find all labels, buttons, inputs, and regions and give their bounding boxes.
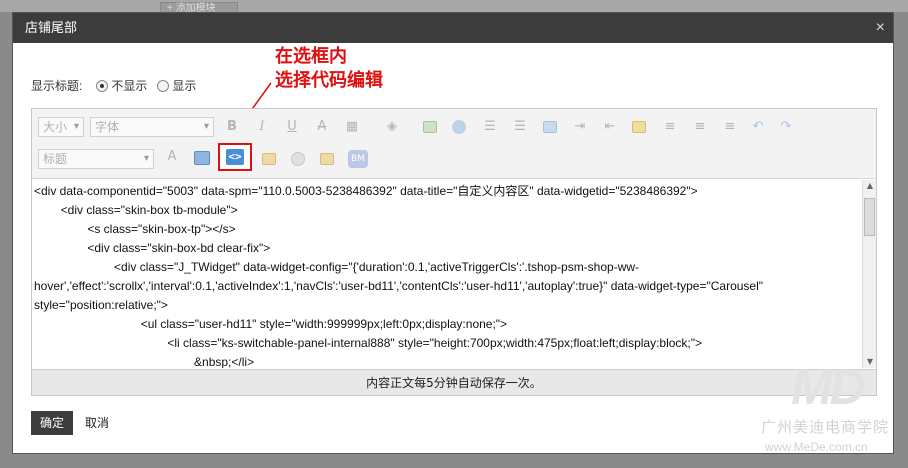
radio-hide-title[interactable]: 不显示 [96,77,147,94]
strikethrough-icon[interactable]: A [312,117,332,137]
code-line: &nbsp;</li> [34,355,255,368]
radio-dot-unchecked[interactable] [157,79,170,92]
redo-icon[interactable]: ↷ [776,117,796,137]
code-line: <div class="skin-box-bd clear-fix"> [34,241,271,255]
font-family-select[interactable]: 字体 [90,117,214,137]
underline-icon[interactable]: U [282,117,302,137]
watermark-url: www.MeDe.com.cn [765,440,868,454]
code-line: <ul class="user-hd11" style="width:99999… [34,317,508,331]
bold-icon[interactable]: B [222,117,242,137]
watermark-name: 广州美迪电商学院 [761,418,890,436]
editor-toolbar: 大小 字体 B I U A ▦ ◈ ☰ ☰ ⇥ ⇤ ≡ ≡ ≡ ↶ ↷ 标题 A [32,109,876,179]
code-line: <li class="ks-switchable-panel-internal8… [34,336,703,350]
scroll-up-icon[interactable]: ▲ [863,180,877,192]
align-right-icon[interactable]: ≡ [720,117,740,137]
align-center-icon[interactable]: ≡ [690,117,710,137]
bm-icon[interactable]: BM [348,150,368,168]
emoji-icon[interactable] [452,120,466,134]
preview-icon[interactable] [194,151,210,165]
code-line: hover','effect':'scrollx','interval':0.1… [34,279,764,293]
code-line: style="position:relative;"> [34,298,168,312]
title-setting-label: 显示标题: [31,79,83,93]
confirm-button[interactable]: 确定 [31,411,73,435]
hr-icon[interactable] [320,153,334,165]
code-line: <div data-componentid="5003" data-spm="1… [34,184,698,198]
heading-select[interactable]: 标题 [38,149,154,169]
table-icon[interactable]: ▦ [342,117,362,137]
background-strip [0,0,908,12]
code-line: <div class="skin-box tb-module"> [34,203,238,217]
code-view-icon[interactable]: <> [226,149,244,165]
rich-text-editor: 大小 字体 B I U A ▦ ◈ ☰ ☰ ⇥ ⇤ ≡ ≡ ≡ ↶ ↷ 标题 A [31,108,877,396]
scroll-thumb[interactable] [864,198,875,236]
bullet-list-icon[interactable]: ☰ [480,117,500,137]
eraser-icon[interactable] [291,152,305,166]
cancel-button[interactable]: 取消 [85,411,109,435]
align-left-icon[interactable]: ≡ [660,117,680,137]
indent-icon[interactable]: ⇥ [570,117,590,137]
autosave-status: 内容正文每5分钟自动保存一次。 [32,369,876,395]
title-setting-row: 显示标题: 不显示 显示 [31,77,206,94]
watermark: MD 广州美迪电商学院 www.MeDe.com.cn [761,358,893,454]
watermark-logo: MD [791,359,866,415]
undo-icon[interactable]: ↶ [748,117,768,137]
shop-footer-dialog: 店铺尾部 × 在选框内 选择代码编辑 显示标题: 不显示 显示 大小 字体 B … [12,12,894,454]
italic-icon[interactable]: I [252,117,272,137]
code-editor-textarea[interactable]: <div data-componentid="5003" data-spm="1… [32,180,862,368]
insert-image-icon[interactable] [262,153,276,165]
font-size-select[interactable]: 大小 [38,117,84,137]
radio-hide-label: 不显示 [111,79,148,93]
outdent-icon[interactable]: ⇤ [600,117,620,137]
fill-color-icon[interactable]: ◈ [382,117,402,137]
text-color-icon[interactable]: A [162,147,182,167]
code-line: <div class="J_TWidget" data-widget-confi… [34,260,640,274]
radio-show-label: 显示 [172,79,197,93]
image-icon[interactable] [423,121,437,133]
code-scrollbar[interactable]: ▲ ▼ [862,180,876,368]
link-icon[interactable] [632,121,646,133]
code-line: <s class="skin-box-tp"></s> [34,222,236,236]
radio-dot-checked[interactable] [96,79,109,92]
numbered-list-icon[interactable]: ☰ [510,117,530,137]
code-view-button[interactable]: <> [218,143,252,171]
align-block-icon[interactable] [543,121,557,133]
radio-show-title[interactable]: 显示 [157,77,196,94]
